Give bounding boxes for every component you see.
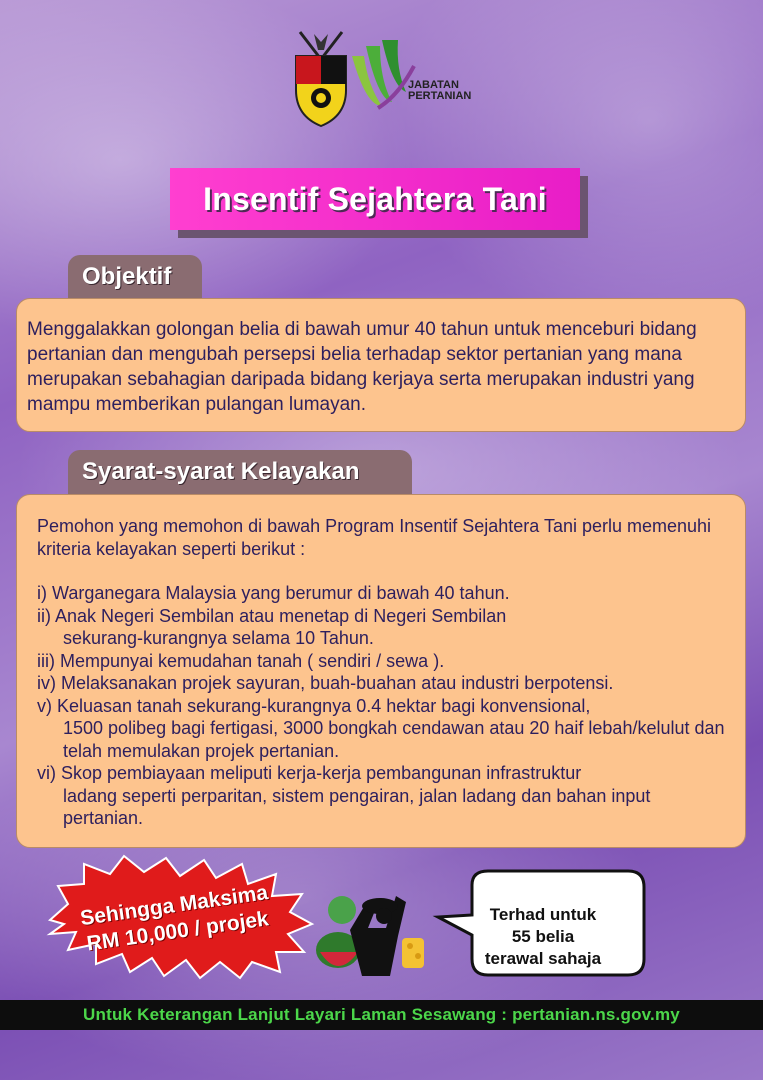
criteria-item-continuation: sekurang-kurangnya selama 10 Tahun. xyxy=(63,628,374,648)
title-banner: Insentif Sejahtera Tani xyxy=(170,168,580,230)
department-name-line2: PERTANIAN xyxy=(408,90,472,102)
criteria-item-text: ii) Anak Negeri Sembilan atau menetap di… xyxy=(37,605,507,626)
objective-panel: Menggalakkan golongan belia di bawah umu… xyxy=(16,298,746,432)
department-name: JABATAN PERTANIAN xyxy=(408,80,471,102)
criteria-item: iii) Mempunyai kemudahan tanah ( sendiri… xyxy=(37,650,731,673)
eligibility-heading: Syarat-syarat Kelayakan xyxy=(68,450,412,494)
page-title: Insentif Sejahtera Tani xyxy=(203,180,547,217)
criteria-list: i) Warganegara Malaysia yang berumur di … xyxy=(37,582,731,830)
footer-bar: Untuk Keterangan Lanjut Layari Laman Ses… xyxy=(0,1000,763,1030)
criteria-item-text: i) Warganegara Malaysia yang berumur di … xyxy=(37,583,510,603)
limit-line1: Terhad untuk xyxy=(489,905,597,924)
limit-line2: 55 belia xyxy=(511,927,575,946)
criteria-item: iv) Melaksanakan projek sayuran, buah-bu… xyxy=(37,672,731,695)
criteria-item-text: iv) Melaksanakan projek sayuran, buah-bu… xyxy=(37,673,614,693)
footer-text: Untuk Keterangan Lanjut Layari Laman Ses… xyxy=(83,1005,680,1024)
eligibility-panel: Pemohon yang memohon di bawah Program In… xyxy=(16,494,746,848)
negeri-sembilan-crest-icon xyxy=(295,31,347,128)
criteria-item: vi) Skop pembiayaan meliputi kerja-kerja… xyxy=(37,762,731,830)
criteria-item-continuation: ladang seperti perparitan, sistem pengai… xyxy=(63,785,651,829)
header-logos: JABATAN PERTANIAN xyxy=(290,28,490,138)
objective-text: Menggalakkan golongan belia di bawah umu… xyxy=(27,319,697,415)
criteria-item-continuation: 1500 polibeg bagi fertigasi, 3000 bongka… xyxy=(63,718,725,761)
criteria-item-text: vi) Skop pembiayaan meliputi kerja-kerja… xyxy=(37,763,582,783)
criteria-item-text: v) Keluasan tanah sekurang-kurangnya 0.4… xyxy=(37,695,591,716)
objective-heading: Objektif xyxy=(68,255,202,299)
criteria-item: ii) Anak Negeri Sembilan atau menetap di… xyxy=(37,605,731,650)
eligibility-intro: Pemohon yang memohon di bawah Program In… xyxy=(37,516,712,559)
limit-line3: terawal sahaja xyxy=(484,949,602,968)
limit-text: Terhad untuk 55 belia terawal sahaja xyxy=(470,904,616,970)
criteria-item: v) Keluasan tanah sekurang-kurangnya 0.4… xyxy=(37,695,731,763)
jabatan-pertanian-logo-icon xyxy=(352,40,416,110)
criteria-item: i) Warganegara Malaysia yang berumur di … xyxy=(37,582,731,605)
criteria-item-text: iii) Mempunyai kemudahan tanah ( sendiri… xyxy=(37,650,445,671)
farmer-with-produce-icon xyxy=(316,896,424,976)
